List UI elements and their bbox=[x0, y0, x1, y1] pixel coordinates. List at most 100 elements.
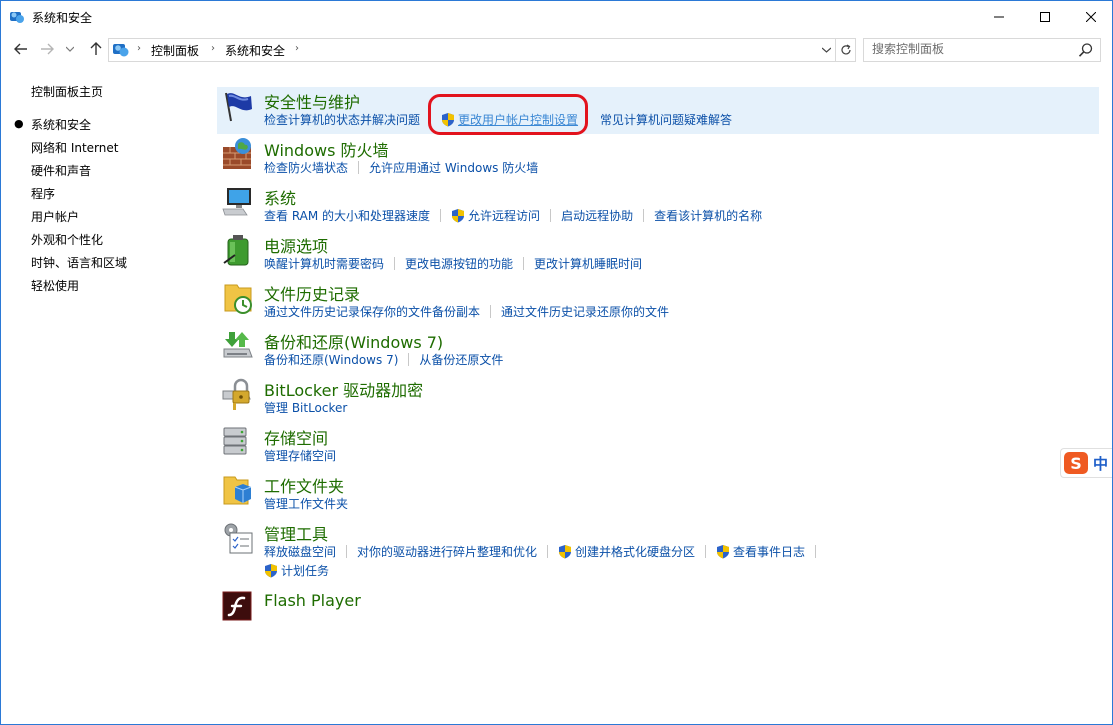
backup-icon bbox=[223, 332, 253, 358]
window-title: 系统和安全 bbox=[32, 11, 93, 25]
sidebar-item-system-security[interactable]: 系统和安全 bbox=[31, 116, 91, 133]
ime-indicator[interactable]: S 中 bbox=[1060, 448, 1112, 478]
category-links: 通过文件历史记录保存你的文件备份副本 通过文件历史记录还原你的文件 bbox=[264, 303, 669, 320]
control-panel-icon bbox=[113, 44, 129, 57]
link-divider bbox=[550, 209, 552, 222]
admin-tools-icon bbox=[224, 523, 253, 554]
category-title[interactable]: 存储空间 bbox=[264, 425, 328, 449]
flash-icon bbox=[222, 591, 252, 621]
sidebar-item-control-panel-home[interactable]: 控制面板主页 bbox=[31, 83, 103, 100]
breadcrumb-control-panel[interactable]: 控制面板 bbox=[151, 42, 199, 59]
recent-locations-button[interactable] bbox=[63, 39, 77, 59]
link-sleep-time[interactable]: 更改计算机睡眠时间 bbox=[534, 255, 642, 272]
link-wake-password[interactable]: 唤醒计算机时需要密码 bbox=[264, 255, 384, 272]
minimize-button[interactable] bbox=[976, 1, 1022, 33]
category-title[interactable]: Windows 防火墙 bbox=[264, 137, 389, 161]
arrow-left-icon bbox=[14, 43, 27, 55]
link-allow-app-firewall[interactable]: 允许应用通过 Windows 防火墙 bbox=[369, 159, 538, 176]
category-links: 管理存储空间 bbox=[264, 447, 336, 464]
breadcrumb-separator-icon[interactable]: › bbox=[137, 43, 141, 54]
category-links: 查看 RAM 的大小和处理器速度 允许远程访问 启动远程协助 查看该计算机的名称 bbox=[264, 207, 762, 224]
search-box[interactable] bbox=[863, 38, 1101, 62]
arrow-up-icon bbox=[90, 42, 102, 55]
close-icon bbox=[1086, 12, 1096, 22]
category-title[interactable]: 文件历史记录 bbox=[264, 281, 360, 305]
category-links-row-2: 计划任务 bbox=[264, 562, 329, 579]
category-title[interactable]: 备份和还原(Windows 7) bbox=[264, 329, 443, 353]
link-create-format-partitions[interactable]: 创建并格式化硬盘分区 bbox=[575, 543, 695, 560]
link-divider bbox=[408, 353, 410, 366]
link-view-ram-cpu[interactable]: 查看 RAM 的大小和处理器速度 bbox=[264, 207, 430, 224]
search-input[interactable] bbox=[864, 39, 1077, 59]
breadcrumb-separator-icon[interactable]: › bbox=[295, 43, 299, 54]
arrow-right-icon bbox=[41, 43, 54, 55]
link-manage-bitlocker[interactable]: 管理 BitLocker bbox=[264, 399, 347, 416]
link-computer-name[interactable]: 查看该计算机的名称 bbox=[654, 207, 762, 224]
sidebar-item-ease-of-access[interactable]: 轻松使用 bbox=[31, 277, 79, 294]
address-history-dropdown[interactable] bbox=[817, 39, 835, 61]
selected-bullet-icon: ● bbox=[14, 117, 24, 130]
link-remote-assistance[interactable]: 启动远程协助 bbox=[561, 207, 633, 224]
link-backup-restore-win7[interactable]: 备份和还原(Windows 7) bbox=[264, 351, 398, 368]
link-check-status[interactable]: 检查计算机的状态并解决问题 bbox=[264, 111, 420, 128]
address-bar[interactable]: › 控制面板 › 系统和安全 › bbox=[108, 38, 856, 62]
search-icon[interactable] bbox=[1078, 42, 1094, 58]
maximize-button[interactable] bbox=[1022, 1, 1068, 33]
link-divider bbox=[547, 545, 549, 558]
up-button[interactable] bbox=[86, 39, 106, 59]
category-title[interactable]: 管理工具 bbox=[264, 521, 328, 545]
sidebar-item-appearance[interactable]: 外观和个性化 bbox=[31, 231, 103, 248]
link-schedule-tasks[interactable]: 计划任务 bbox=[281, 562, 329, 579]
link-manage-storage[interactable]: 管理存储空间 bbox=[264, 447, 336, 464]
uac-shield-icon bbox=[559, 545, 572, 559]
breadcrumb-system-security[interactable]: 系统和安全 bbox=[225, 42, 285, 59]
link-free-disk-space[interactable]: 释放磁盘空间 bbox=[264, 543, 336, 560]
link-restore-files-history[interactable]: 通过文件历史记录还原你的文件 bbox=[501, 303, 669, 320]
link-restore-from-backup[interactable]: 从备份还原文件 bbox=[419, 351, 503, 368]
link-view-event-logs[interactable]: 查看事件日志 bbox=[733, 543, 805, 560]
chevron-down-icon bbox=[66, 46, 74, 52]
link-power-button[interactable]: 更改电源按钮的功能 bbox=[405, 255, 513, 272]
category-title[interactable]: BitLocker 驱动器加密 bbox=[264, 377, 423, 401]
title-bar[interactable]: 系统和安全 bbox=[1, 1, 1112, 33]
firewall-icon bbox=[223, 138, 251, 169]
breadcrumb-separator-icon[interactable]: › bbox=[211, 43, 215, 54]
sidebar-item-hardware-sound[interactable]: 硬件和声音 bbox=[31, 162, 91, 179]
category-title[interactable]: 工作文件夹 bbox=[264, 473, 344, 497]
category-title[interactable]: Flash Player bbox=[264, 591, 361, 610]
link-defragment[interactable]: 对你的驱动器进行碎片整理和优化 bbox=[357, 543, 537, 560]
sidebar-item-clock-region[interactable]: 时钟、语言和区域 bbox=[31, 254, 127, 271]
refresh-button[interactable] bbox=[835, 39, 856, 61]
bitlocker-icon bbox=[222, 378, 251, 410]
svg-text:S: S bbox=[1070, 454, 1082, 473]
category-title[interactable]: 安全性与维护 bbox=[264, 89, 360, 113]
link-divider bbox=[346, 545, 348, 558]
link-divider bbox=[815, 545, 817, 558]
link-backup-copies[interactable]: 通过文件历史记录保存你的文件备份副本 bbox=[264, 303, 480, 320]
sidebar-item-programs[interactable]: 程序 bbox=[31, 185, 55, 202]
red-annotation-circle bbox=[428, 94, 588, 135]
refresh-icon bbox=[841, 44, 851, 55]
category-links: 管理工作文件夹 bbox=[264, 495, 348, 512]
file-history-icon bbox=[224, 284, 252, 314]
link-divider bbox=[358, 161, 360, 174]
link-allow-remote-access[interactable]: 允许远程访问 bbox=[468, 207, 540, 224]
ime-mode-label[interactable]: 中 bbox=[1093, 453, 1108, 474]
forward-button[interactable] bbox=[37, 39, 57, 59]
category-title[interactable]: 系统 bbox=[264, 185, 296, 209]
sogou-ime-icon: S bbox=[1064, 452, 1088, 474]
back-button[interactable] bbox=[11, 39, 31, 59]
close-button[interactable] bbox=[1068, 1, 1112, 33]
sidebar-item-network-internet[interactable]: 网络和 Internet bbox=[31, 139, 118, 156]
maximize-icon bbox=[1040, 12, 1050, 22]
chevron-down-icon bbox=[821, 47, 831, 53]
link-manage-work-folders[interactable]: 管理工作文件夹 bbox=[264, 495, 348, 512]
link-divider bbox=[490, 305, 492, 318]
category-title[interactable]: 电源选项 bbox=[264, 233, 328, 257]
link-check-firewall[interactable]: 检查防火墙状态 bbox=[264, 159, 348, 176]
computer-icon bbox=[222, 188, 251, 216]
link-divider bbox=[394, 257, 396, 270]
uac-shield-icon bbox=[265, 564, 277, 578]
sidebar-item-user-accounts[interactable]: 用户帐户 bbox=[31, 208, 79, 225]
link-troubleshoot[interactable]: 常见计算机问题疑难解答 bbox=[600, 111, 732, 128]
